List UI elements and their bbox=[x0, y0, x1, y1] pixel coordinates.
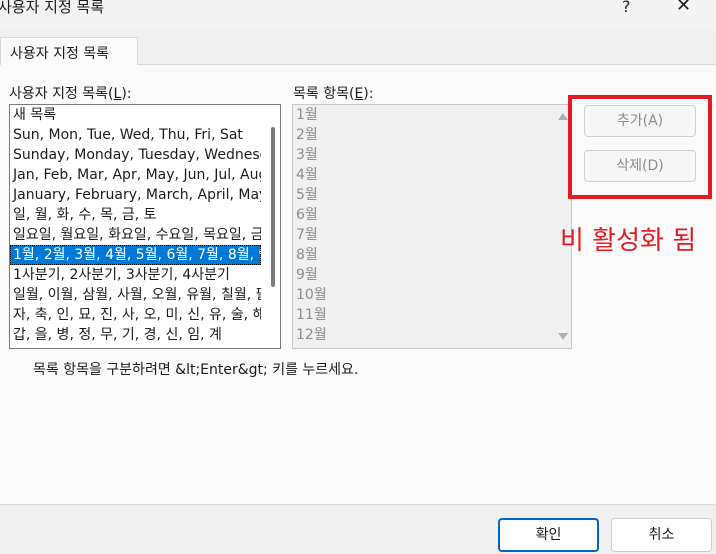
list-entry-line: 1월 bbox=[296, 107, 318, 123]
list-entries-label-end: ): bbox=[363, 86, 374, 102]
list-entry-line: 12월 bbox=[296, 327, 327, 343]
custom-lists-listbox[interactable]: 새 목록 Sun, Mon, Tue, Wed, Thu, Fri, Sat Sun… bbox=[9, 104, 281, 349]
window-title: 사용자 지정 목록 bbox=[0, 0, 105, 16]
annotation-text: 비 활성화 됨 bbox=[560, 226, 697, 256]
list-entry-line: 9월 bbox=[296, 267, 318, 283]
cancel-button[interactable]: 취소 bbox=[611, 518, 712, 552]
list-entry-line: 8월 bbox=[296, 247, 318, 263]
list-item[interactable]: Sun, Mon, Tue, Wed, Thu, Fri, Sat bbox=[10, 125, 261, 145]
list-item[interactable]: January, February, March, April, May, Ju… bbox=[10, 185, 261, 205]
list-entry-line: 10월 bbox=[296, 287, 327, 303]
list-item[interactable]: Sunday, Monday, Tuesday, Wednesday, Thur… bbox=[10, 145, 261, 165]
list-item[interactable]: 일요일, 월요일, 화요일, 수요일, 목요일, 금요일, 토요일 bbox=[10, 225, 261, 245]
list-item[interactable]: 자, 축, 인, 묘, 진, 사, 오, 미, 신, 유, 술, 해 bbox=[10, 305, 261, 325]
annotation-highlight-box bbox=[568, 95, 712, 199]
list-entries-label-key: E bbox=[354, 86, 364, 102]
list-entry-line: 5월 bbox=[296, 187, 318, 203]
list-entry-line: 3월 bbox=[296, 147, 318, 163]
tab-label: 사용자 지정 목록 bbox=[10, 46, 110, 62]
list-entries-label: 목록 항목(E): bbox=[293, 83, 373, 103]
list-item[interactable]: 일, 월, 화, 수, 목, 금, 토 bbox=[10, 205, 261, 225]
scroll-down-arrow-icon bbox=[558, 333, 568, 340]
close-icon[interactable]: ✕ bbox=[676, 0, 691, 16]
list-entry-line: 4월 bbox=[296, 167, 318, 183]
help-icon[interactable]: ? bbox=[622, 0, 631, 16]
custom-lists-label: 사용자 지정 목록(L): bbox=[9, 83, 132, 103]
hint-text: 목록 항목을 구분하려면 &lt;Enter&gt; 키를 누르세요. bbox=[33, 362, 359, 378]
custom-lists-scrollbar[interactable] bbox=[266, 105, 280, 348]
list-entries-textbox: 1월 2월 3월 4월 5월 6월 7월 8월 9월 10월 11월 12월 bbox=[292, 104, 572, 349]
tab-custom-lists[interactable]: 사용자 지정 목록 bbox=[0, 37, 138, 65]
list-entries-label-text: 목록 항목( bbox=[293, 86, 355, 102]
list-entry-line: 7월 bbox=[296, 227, 318, 243]
list-item[interactable]: Jan, Feb, Mar, Apr, May, Jun, Jul, Aug, … bbox=[10, 165, 261, 185]
custom-lists-label-end: ): bbox=[121, 86, 132, 102]
list-item[interactable]: 새 목록 bbox=[10, 105, 261, 125]
list-entry-line: 2월 bbox=[296, 127, 318, 143]
list-item[interactable]: 1월, 2월, 3월, 4월, 5월, 6월, 7월, 8월, 9월, 10월,… bbox=[10, 245, 261, 265]
ok-button[interactable]: 확인 bbox=[498, 518, 599, 552]
list-item[interactable]: 일월, 이월, 삼월, 사월, 오월, 유월, 칠월, 팔월, 구월, 시월, … bbox=[10, 285, 261, 305]
custom-lists-label-text: 사용자 지정 목록( bbox=[9, 86, 114, 102]
list-entry-line: 11월 bbox=[296, 307, 327, 323]
list-item[interactable]: 갑, 을, 병, 정, 무, 기, 경, 신, 임, 계 bbox=[10, 325, 261, 345]
list-item[interactable]: 1사분기, 2사분기, 3사분기, 4사분기 bbox=[10, 265, 261, 285]
scrollbar-thumb[interactable] bbox=[271, 127, 275, 287]
scroll-up-arrow-icon bbox=[558, 113, 568, 120]
list-entry-line: 6월 bbox=[296, 207, 318, 223]
title-bar: 사용자 지정 목록 ? ✕ bbox=[0, 0, 716, 26]
